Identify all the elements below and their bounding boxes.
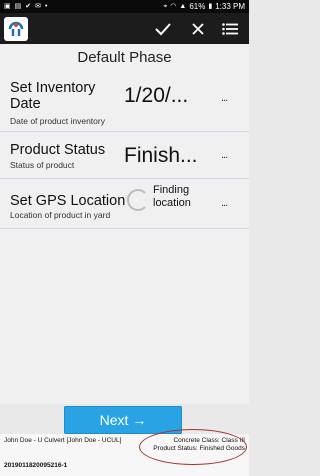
more-options-button[interactable]: ...: [221, 92, 228, 104]
clock: 1:33 PM: [215, 2, 245, 11]
field-value: Finding location: [153, 184, 191, 210]
field-gps-location[interactable]: Set GPS Location Location of product in …: [0, 179, 249, 229]
menu-button[interactable]: [215, 13, 245, 44]
check-icon: [155, 22, 171, 35]
notification-icon: ▣: [4, 3, 11, 10]
status-right-icons: ⌖ ◠ ▲ 61% ▮ 1:33 PM: [163, 2, 245, 11]
field-label: Product Status: [10, 142, 106, 158]
mail-icon: ✉: [35, 3, 41, 10]
field-value[interactable]: Finish...: [124, 144, 198, 168]
field-value[interactable]: 1/20/...: [124, 84, 188, 108]
location-icon: ⌖: [163, 3, 168, 10]
field-value-line2: location: [153, 197, 191, 209]
wifi-icon: ◠: [170, 3, 177, 10]
field-value-line1: Finding: [153, 184, 190, 196]
check-icon: ✔: [25, 3, 32, 10]
more-options-button[interactable]: ...: [221, 197, 228, 209]
field-label-line1: Set Inventory: [10, 80, 96, 96]
app-logo-icon: [4, 17, 28, 41]
footer-user: John Doe - U Culvert [John Doe - UCUL]: [4, 437, 122, 444]
field-product-status[interactable]: Product Status Status of product Finish.…: [0, 132, 249, 179]
status-left-icons: ▣ ▤ ✔ ✉ •: [4, 3, 47, 10]
product-id: 2019011820095216-1: [4, 462, 68, 469]
more-options-button[interactable]: ...: [221, 149, 228, 161]
image-icon: ▤: [14, 3, 22, 10]
phase-form: Default Phase Set Inventory Date Date of…: [0, 44, 249, 404]
save-check-button[interactable]: [148, 13, 178, 44]
concrete-class: Concrete Class: Class III: [173, 437, 245, 444]
footer-class-info: Concrete Class: Class III Product Status…: [153, 437, 245, 453]
status-bar: ▣ ▤ ✔ ✉ • ⌖ ◠ ▲ 61% ▮ 1:33 PM: [0, 0, 249, 13]
field-description: Status of product: [10, 160, 75, 170]
loading-spinner-icon: [127, 189, 149, 211]
list-menu-icon: [222, 22, 238, 35]
close-button[interactable]: [183, 13, 213, 44]
field-inventory-date[interactable]: Set Inventory Date Date of product inven…: [0, 74, 249, 132]
field-label-line2: Date: [10, 96, 41, 112]
app-bar: [0, 13, 249, 44]
field-label: Set Inventory Date: [10, 80, 95, 112]
footer: John Doe - U Culvert [John Doe - UCUL] C…: [0, 434, 249, 476]
page-title: Default Phase: [77, 49, 172, 66]
close-icon: [192, 22, 204, 35]
field-description: Location of product in yard: [10, 210, 111, 220]
product-status-summary: Product Status: Finished Goods: [153, 445, 245, 452]
more-dots-icon: •: [45, 3, 48, 10]
battery-icon: ▮: [208, 3, 213, 10]
battery-level: 61%: [189, 2, 206, 11]
signal-icon: ▲: [179, 3, 187, 10]
field-description: Date of product inventory: [10, 116, 105, 126]
field-label: Set GPS Location: [10, 193, 126, 209]
next-button[interactable]: Next →: [64, 406, 182, 434]
